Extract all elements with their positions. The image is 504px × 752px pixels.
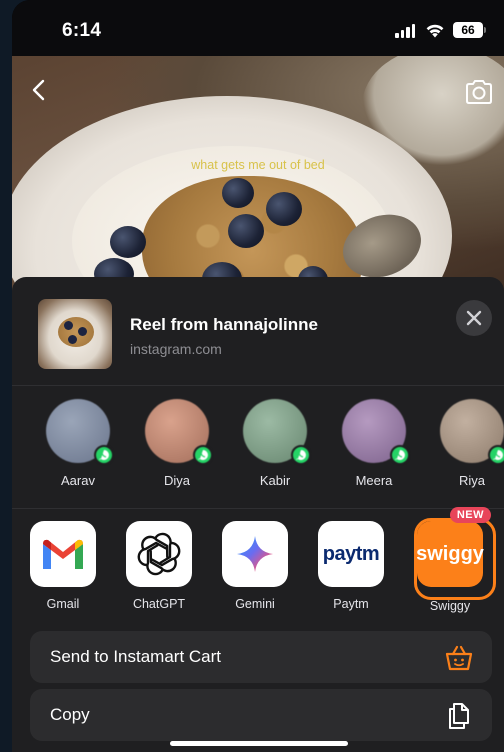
swiggy-highlight-ring xyxy=(414,518,496,600)
copy-icon xyxy=(449,703,469,729)
phone-screen: 6:14 66 what gets me out of bed Reel fro… xyxy=(12,0,504,752)
app-chatgpt[interactable]: ChatGPT xyxy=(119,521,199,611)
avatar xyxy=(145,399,213,465)
app-name: Gmail xyxy=(46,597,80,611)
contact-riya[interactable]: Riya xyxy=(432,399,504,488)
whatsapp-icon xyxy=(488,445,504,465)
copy-button[interactable]: Copy xyxy=(30,689,492,741)
status-bar: 6:14 66 xyxy=(12,0,504,56)
contacts-row: Aarav Diya Kabir Meera Riya xyxy=(12,399,504,499)
blueberry xyxy=(110,226,146,258)
thumbnail-berry xyxy=(68,335,77,344)
blueberry xyxy=(222,178,254,208)
whatsapp-icon xyxy=(390,445,410,465)
app-swiggy[interactable]: swiggy NEW Swiggy xyxy=(410,507,496,613)
avatar xyxy=(440,399,504,465)
app-gemini[interactable]: Gemini xyxy=(215,521,295,611)
contact-aarav[interactable]: Aarav xyxy=(38,399,118,488)
blueberry xyxy=(266,192,302,226)
whatsapp-icon xyxy=(94,445,114,465)
home-indicator[interactable] xyxy=(170,741,348,746)
divider xyxy=(12,508,504,509)
avatar xyxy=(342,399,410,465)
reel-thumbnail xyxy=(38,299,112,369)
whatsapp-icon xyxy=(193,445,213,465)
contact-name: Aarav xyxy=(61,473,95,488)
wifi-icon xyxy=(426,24,444,38)
signal-icon xyxy=(395,24,415,38)
contact-name: Riya xyxy=(458,473,485,488)
close-button[interactable] xyxy=(456,300,492,336)
contact-name: Kabir xyxy=(259,473,291,488)
reel-caption: what gets me out of bed xyxy=(191,158,325,172)
app-paytm[interactable]: paytm Paytm xyxy=(311,521,391,611)
send-to-instamart-cart-button[interactable]: Send to Instamart Cart xyxy=(30,631,492,683)
close-icon xyxy=(466,310,482,326)
app-name: Swiggy xyxy=(429,599,471,613)
share-subtitle: instagram.com xyxy=(130,341,222,357)
contact-diya[interactable]: Diya xyxy=(137,399,217,488)
share-sheet: Reel from hannajolinne instagram.com Aar… xyxy=(12,277,504,752)
avatar xyxy=(46,399,114,465)
status-time: 6:14 xyxy=(62,20,102,41)
divider xyxy=(12,385,504,386)
avatar xyxy=(243,399,311,465)
app-gmail[interactable]: Gmail xyxy=(23,521,103,611)
app-name: ChatGPT xyxy=(132,597,186,611)
app-name: Paytm xyxy=(333,597,369,611)
contact-meera[interactable]: Meera xyxy=(334,399,414,488)
swiggy-icon: swiggy NEW xyxy=(414,507,496,600)
reel-photo: what gets me out of bed xyxy=(12,56,504,296)
back-chevron-icon[interactable] xyxy=(28,78,52,102)
battery-icon: 66 xyxy=(453,22,483,38)
apps-row: Gmail ChatGPT Gemini paytm Paytm swiggy … xyxy=(12,507,504,621)
paytm-logo: paytm xyxy=(322,542,380,565)
thumbnail-berry xyxy=(78,327,87,336)
thumbnail-berry xyxy=(64,321,73,330)
camera-icon[interactable] xyxy=(464,78,494,106)
contact-name: Diya xyxy=(163,473,190,488)
chatgpt-icon xyxy=(126,521,192,587)
gmail-icon xyxy=(30,521,96,587)
action-label: Send to Instamart Cart xyxy=(50,647,222,666)
share-title: Reel from hannajolinne xyxy=(130,315,318,334)
gemini-icon xyxy=(222,521,288,587)
paytm-icon: paytm xyxy=(318,521,384,587)
app-name: Gemini xyxy=(235,597,275,611)
blueberry xyxy=(228,214,264,248)
whatsapp-icon xyxy=(291,445,311,465)
battery-tip xyxy=(484,27,486,33)
contact-name: Meera xyxy=(355,473,393,488)
basket-icon xyxy=(445,645,473,671)
contact-kabir[interactable]: Kabir xyxy=(235,399,315,488)
action-label: Copy xyxy=(50,705,90,724)
new-badge: NEW xyxy=(449,507,491,523)
thumbnail-granola xyxy=(58,317,94,347)
